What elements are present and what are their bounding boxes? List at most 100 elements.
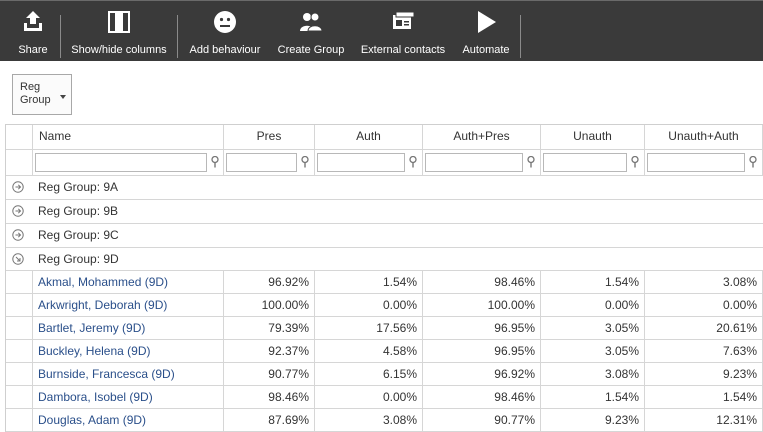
cell-unauth-auth: 3.08% [645, 271, 763, 293]
cell-unauth-auth: 12.31% [645, 409, 763, 431]
table-row[interactable]: Bartlet, Jeremy (9D) 79.39% 17.56% 96.95% 3.… [6, 317, 763, 340]
cell-pres: 100.00% [224, 294, 315, 316]
cell-name[interactable]: Burnside, Francesca (9D) [33, 363, 224, 385]
group-label: Reg Group: 9C [38, 228, 119, 242]
group-label: Reg Group: 9B [38, 204, 119, 218]
cell-name[interactable]: Douglas, Adam (9D) [33, 409, 224, 431]
cell-unauth-auth: 1.54% [645, 386, 763, 408]
filter-pin-icon[interactable] [211, 156, 219, 168]
auth-filter-input[interactable] [317, 153, 405, 172]
group-row-9c[interactable]: Reg Group: 9C [6, 224, 763, 248]
share-button[interactable]: Share [8, 1, 58, 62]
cell-name[interactable]: Bartlet, Jeremy (9D) [33, 317, 224, 339]
column-header-auth[interactable]: Auth [315, 125, 423, 149]
external-contacts-button[interactable]: External contacts [356, 1, 450, 62]
smiley-icon [214, 11, 236, 33]
group-row-9d[interactable]: Reg Group: 9D [6, 248, 763, 271]
group-icon [300, 12, 323, 32]
cell-auth-pres: 100.00% [423, 294, 541, 316]
cell-auth: 3.08% [315, 409, 423, 431]
column-header-row: Name Pres Auth Auth+Pres Unauth Unauth+A… [6, 125, 763, 150]
filter-pin-icon[interactable] [527, 156, 535, 168]
group-label: Reg Group: 9D [38, 252, 119, 266]
filter-cell-unauth [541, 150, 645, 175]
group-by-reg-group-button[interactable]: Reg Group [12, 74, 72, 115]
cell-name[interactable]: Dambora, Isobel (9D) [33, 386, 224, 408]
table-row[interactable]: Douglas, Adam (9D) 87.69% 3.08% 90.77% 9.23%… [6, 409, 763, 432]
table-row[interactable]: Dambora, Isobel (9D) 98.46% 0.00% 98.46% 1.5… [6, 386, 763, 409]
group-row-9b[interactable]: Reg Group: 9B [6, 200, 763, 224]
header-expander-cell [6, 125, 33, 149]
group-label: Reg Group: 9A [38, 180, 119, 194]
cell-unauth-auth: 0.00% [645, 294, 763, 316]
column-header-name[interactable]: Name [33, 125, 224, 149]
create-group-button[interactable]: Create Group [274, 1, 348, 62]
filter-cell-auth-pres [423, 150, 541, 175]
cell-pres: 98.46% [224, 386, 315, 408]
expand-arrow-icon[interactable] [12, 181, 24, 193]
cell-unauth-auth: 9.23% [645, 363, 763, 385]
row-indent-cell [6, 409, 33, 431]
cell-auth: 0.00% [315, 386, 423, 408]
row-indent-cell [6, 294, 33, 316]
cell-unauth-auth: 7.63% [645, 340, 763, 362]
cell-auth-pres: 96.95% [423, 340, 541, 362]
column-header-unauth-auth[interactable]: Unauth+Auth [645, 125, 763, 149]
cell-pres: 92.37% [224, 340, 315, 362]
toolbar-separator [60, 15, 61, 58]
create-group-label: Create Group [277, 44, 345, 56]
sort-arrow-icon [60, 95, 66, 99]
column-header-pres[interactable]: Pres [224, 125, 315, 149]
name-filter-input[interactable] [35, 153, 207, 172]
expand-arrow-icon[interactable] [12, 205, 24, 217]
unauth-auth-filter-input[interactable] [647, 153, 745, 172]
show-hide-columns-button[interactable]: Show/hide columns [64, 1, 174, 62]
collapse-arrow-icon[interactable] [12, 253, 24, 265]
expand-arrow-icon[interactable] [12, 229, 24, 241]
filter-pin-icon[interactable] [301, 156, 309, 168]
pres-filter-input[interactable] [226, 153, 297, 172]
add-behaviour-label: Add behaviour [189, 44, 261, 56]
cell-unauth: 3.05% [541, 317, 645, 339]
toolbar: Share Show/hide columns Add behaviour Cr… [0, 0, 763, 61]
toolbar-separator [520, 15, 521, 58]
filter-pin-icon[interactable] [749, 156, 757, 168]
row-indent-cell [6, 340, 33, 362]
unauth-filter-input[interactable] [543, 153, 627, 172]
share-icon [24, 11, 42, 31]
cell-auth-pres: 98.46% [423, 386, 541, 408]
show-hide-columns-label: Show/hide columns [71, 44, 167, 56]
filter-cell-unauth-auth [645, 150, 763, 175]
add-behaviour-button[interactable]: Add behaviour [184, 1, 266, 62]
filter-cell-pres [224, 150, 315, 175]
table-row[interactable]: Buckley, Helena (9D) 92.37% 4.58% 96.95% 3.0… [6, 340, 763, 363]
table-row[interactable]: Arkwright, Deborah (9D) 100.00% 0.00% 100.0… [6, 294, 763, 317]
row-indent-cell [6, 363, 33, 385]
cell-auth: 17.56% [315, 317, 423, 339]
auth-pres-filter-input[interactable] [425, 153, 523, 172]
filter-pin-icon[interactable] [631, 156, 639, 168]
cell-unauth: 9.23% [541, 409, 645, 431]
automate-label: Automate [462, 44, 510, 56]
filter-row [6, 150, 763, 176]
cell-auth: 4.58% [315, 340, 423, 362]
cell-auth: 0.00% [315, 294, 423, 316]
table-row[interactable]: Akmal, Mohammed (9D) 96.92% 1.54% 98.46% 1.5… [6, 271, 763, 294]
attendance-grid: Name Pres Auth Auth+Pres Unauth Unauth+A… [5, 124, 763, 432]
automate-button[interactable]: Automate [458, 1, 514, 62]
filter-pin-icon[interactable] [409, 156, 417, 168]
row-indent-cell [6, 386, 33, 408]
play-icon [478, 11, 496, 33]
group-row-9a[interactable]: Reg Group: 9A [6, 176, 763, 200]
cell-name[interactable]: Buckley, Helena (9D) [33, 340, 224, 362]
cell-name[interactable]: Akmal, Mohammed (9D) [33, 271, 224, 293]
cell-unauth: 3.05% [541, 340, 645, 362]
column-header-auth-pres[interactable]: Auth+Pres [423, 125, 541, 149]
columns-icon [108, 11, 130, 33]
contacts-card-icon [393, 11, 415, 29]
column-header-unauth[interactable]: Unauth [541, 125, 645, 149]
cell-name[interactable]: Arkwright, Deborah (9D) [33, 294, 224, 316]
table-row[interactable]: Burnside, Francesca (9D) 90.77% 6.15% 96.92… [6, 363, 763, 386]
cell-pres: 90.77% [224, 363, 315, 385]
toolbar-separator [177, 15, 178, 58]
